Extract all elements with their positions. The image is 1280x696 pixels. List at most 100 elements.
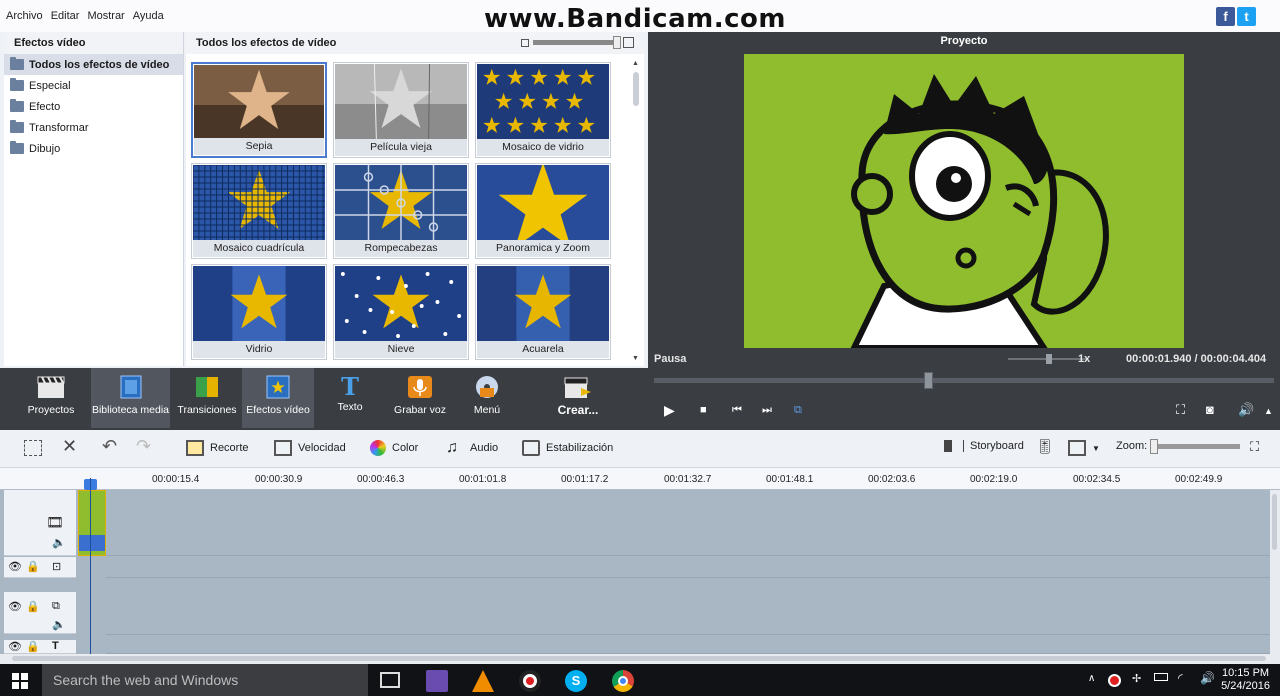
scroll-up-icon[interactable]: ▲ <box>632 60 639 67</box>
menu-mostrar[interactable]: Mostrar <box>87 10 124 22</box>
lock-icon[interactable]: 🔒 <box>26 560 40 573</box>
scrollbar-thumb[interactable] <box>1272 494 1277 550</box>
lock-icon[interactable]: 🔒 <box>26 600 40 613</box>
effect-tile-vidrio[interactable]: Vidrio <box>191 264 327 360</box>
timeline-horizontal-scrollbar[interactable] <box>0 654 1280 664</box>
undo-icon[interactable]: ↶ <box>102 436 117 457</box>
zoom-slider-knob[interactable] <box>1150 439 1158 454</box>
color-button[interactable]: Color <box>370 440 418 456</box>
crear-button[interactable]: Crear... <box>548 368 608 428</box>
video-editor-app-icon[interactable] <box>426 670 448 692</box>
chrome-icon[interactable] <box>612 670 634 692</box>
large-thumbnail-icon[interactable] <box>623 37 634 48</box>
scrollbar-thumb[interactable] <box>12 656 1266 661</box>
menu-disc-button[interactable]: Menú <box>464 368 510 428</box>
volume-expand-icon[interactable]: ▲ <box>1264 406 1273 416</box>
taskbar-search-input[interactable]: Search the web and Windows <box>42 664 368 696</box>
grabar-voz-button[interactable]: Grabar voz <box>390 368 450 428</box>
effect-tile-rompecabezas[interactable]: Rompecabezas <box>333 163 469 259</box>
biblioteca-media-button[interactable]: Biblioteca media <box>91 368 170 428</box>
visibility-icon[interactable]: 👁 <box>8 600 22 613</box>
tray-app-icon[interactable]: ✢ <box>1132 672 1141 685</box>
overlay-lane[interactable] <box>106 579 1270 635</box>
mute-icon[interactable]: 🔈 <box>52 618 66 631</box>
scroll-down-icon[interactable]: ▼ <box>632 355 639 362</box>
velocidad-button[interactable]: Velocidad <box>274 440 346 456</box>
speed-slider-knob[interactable] <box>1046 354 1052 364</box>
timeline-vertical-scrollbar[interactable] <box>1270 490 1280 654</box>
facebook-icon[interactable]: f <box>1216 7 1235 26</box>
category-especial[interactable]: Especial <box>4 75 183 96</box>
transiciones-button[interactable]: Transiciones <box>176 368 238 428</box>
effect-tile-panoramica-zoom[interactable]: Panoramica y Zoom <box>475 163 611 259</box>
twitter-icon[interactable]: t <box>1237 7 1256 26</box>
playhead[interactable] <box>90 478 91 656</box>
video-clip[interactable] <box>78 490 106 556</box>
dropdown-arrow-icon: ▼ <box>1092 443 1100 453</box>
thumbnail-size-slider[interactable] <box>533 36 621 49</box>
volume-icon[interactable]: 🔊 <box>1238 402 1254 418</box>
effect-tile-mosaico-cuadricula[interactable]: Mosaico cuadrícula <box>191 163 327 259</box>
proyectos-button[interactable]: Proyectos <box>22 368 80 428</box>
texto-button[interactable]: T Texto <box>326 368 374 428</box>
windows-start-icon[interactable] <box>12 673 28 689</box>
snapshot-frame-icon[interactable]: ⧉ <box>794 404 802 417</box>
stop-icon[interactable]: ■ <box>700 404 707 416</box>
effect-tile-mosaico-vidrio[interactable]: Mosaico de vidrio <box>475 62 611 158</box>
preview-seekbar[interactable] <box>654 378 1274 383</box>
effects-scrollbar[interactable]: ▲ ▼ <box>632 60 640 362</box>
category-dibujo[interactable]: Dibujo <box>4 138 183 159</box>
text-lane[interactable] <box>106 636 1270 654</box>
small-thumbnail-icon[interactable] <box>521 38 529 47</box>
menu-editar[interactable]: Editar <box>51 10 80 22</box>
estabilizacion-button[interactable]: Estabilización <box>522 440 613 456</box>
menu-ayuda[interactable]: Ayuda <box>133 10 164 22</box>
category-transformar[interactable]: Transformar <box>4 117 183 138</box>
bandicam-record-icon[interactable] <box>519 670 541 692</box>
battery-icon[interactable] <box>1154 673 1168 681</box>
category-all[interactable]: Todos los efectos de vídeo <box>4 54 183 75</box>
redo-icon[interactable]: ↷ <box>136 436 151 457</box>
audio-mixer-icon[interactable]: 🎚 <box>1036 438 1054 455</box>
effect-tile-pelicula-vieja[interactable]: Película vieja <box>333 62 469 158</box>
skype-icon[interactable]: S <box>565 670 587 692</box>
select-all-icon[interactable] <box>24 440 42 456</box>
seekbar-knob[interactable] <box>924 372 933 389</box>
effects-lane[interactable] <box>106 557 1270 578</box>
effect-tile-nieve[interactable]: Nieve <box>333 264 469 360</box>
slider-knob[interactable] <box>613 36 621 49</box>
fit-timeline-icon[interactable]: ⛶ <box>1250 439 1259 455</box>
effect-tile-acuarela[interactable]: Acuarela <box>475 264 611 360</box>
previous-frame-icon[interactable]: ⏮ <box>732 404 742 417</box>
fullscreen-icon[interactable]: ⛶ <box>1176 402 1185 418</box>
speaker-icon[interactable]: 🔊 <box>1200 671 1215 685</box>
tray-expand-icon[interactable]: ∧ <box>1088 673 1095 684</box>
view-options-button[interactable]: ▼ <box>1068 440 1100 456</box>
delete-icon[interactable]: ✕ <box>62 436 77 457</box>
category-efecto[interactable]: Efecto <box>4 96 183 117</box>
visibility-icon[interactable]: 👁 <box>8 560 22 573</box>
taskbar-clock[interactable]: 10:15 PM 5/24/2016 <box>1221 667 1270 693</box>
recorte-button[interactable]: Recorte <box>186 440 249 456</box>
visibility-icon[interactable]: 👁 <box>8 640 22 653</box>
task-view-icon[interactable] <box>380 672 400 688</box>
mute-icon[interactable]: 🔈 <box>52 536 66 549</box>
timeline-zoom-slider[interactable] <box>1152 444 1240 449</box>
effect-tile-sepia[interactable]: Sepia <box>191 62 327 158</box>
next-frame-icon[interactable]: ⏭ <box>762 404 772 417</box>
tray-record-icon[interactable] <box>1108 674 1121 687</box>
play-icon[interactable]: ▶ <box>664 402 675 419</box>
video-preview[interactable] <box>744 54 1184 348</box>
menu-archivo[interactable]: Archivo <box>6 10 43 22</box>
lock-icon[interactable]: 🔒 <box>26 640 40 653</box>
storyboard-button[interactable]: Storyboard <box>944 440 1024 452</box>
thumbnail-size-control[interactable] <box>521 36 634 49</box>
audio-button[interactable]: ♫ Audio <box>446 440 498 456</box>
scrollbar-thumb[interactable] <box>633 72 639 106</box>
efectos-video-button[interactable]: Efectos vídeo <box>242 368 314 428</box>
video-lane[interactable] <box>106 490 1270 556</box>
camera-icon[interactable]: ◙ <box>1206 402 1214 417</box>
timeline-ruler[interactable]: 00:00:15.4 00:00:30.9 00:00:46.3 00:01:0… <box>0 468 1280 490</box>
wifi-icon[interactable]: ◜ <box>1178 671 1183 685</box>
vlc-icon[interactable] <box>472 670 494 692</box>
